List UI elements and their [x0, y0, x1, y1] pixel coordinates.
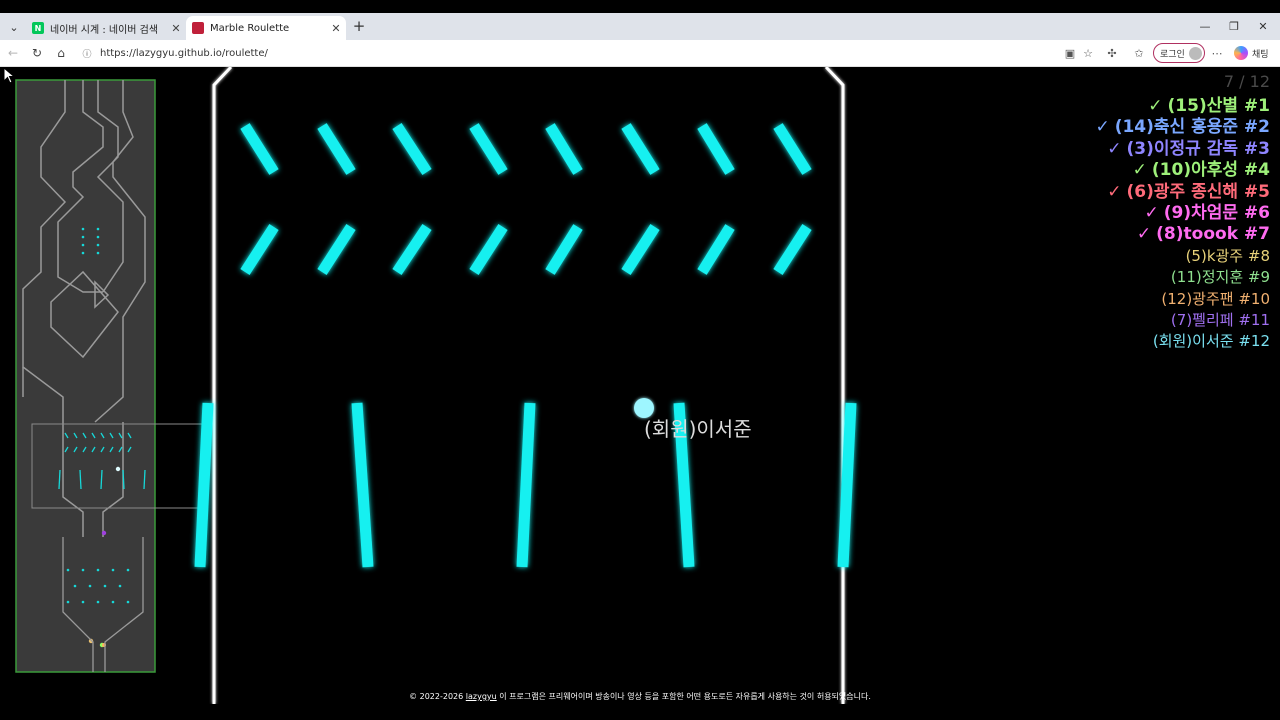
marble-roulette-favicon-icon — [192, 22, 204, 34]
ranking-entry-text: (14)축신 홍용준 #2 — [1114, 117, 1270, 138]
close-window-button[interactable]: ✕ — [1249, 18, 1277, 34]
ranking-entry-text: (5)k광주 #8 — [1185, 246, 1270, 265]
ranking-entry-text: (11)정지훈 #9 — [1170, 268, 1270, 287]
app-view-icon[interactable]: ▣ — [1062, 45, 1078, 61]
ranking-entry-text: (6)광주 종신해 #5 — [1126, 181, 1270, 202]
back-arrow-icon[interactable]: ← — [4, 44, 22, 62]
tab-title: Marble Roulette — [210, 22, 290, 34]
remaining-counter: 7 / 12 — [1223, 72, 1270, 91]
login-button[interactable]: 로그인 — [1153, 43, 1205, 63]
ranking-row: ✓ (14)축신 홍용준 #2 — [1095, 117, 1270, 138]
checkmark-icon: ✓ — [1132, 160, 1147, 181]
favorites-list-icon[interactable]: ✩ — [1131, 45, 1147, 61]
favorite-star-icon[interactable]: ☆ — [1080, 45, 1096, 61]
address-bar[interactable]: ⓘ https://lazygyu.github.io/roulette/ — [76, 43, 1056, 63]
letterbox-bottom — [0, 706, 1280, 720]
ranking-row: (5)k광주 #8 — [1095, 246, 1270, 267]
ranking-entry-text: (3)이정규 감독 #3 — [1126, 138, 1270, 159]
tab-list-button[interactable]: ⌄ — [4, 17, 24, 37]
login-label: 로그인 — [1160, 49, 1185, 60]
naver-favicon-icon: N — [32, 22, 44, 34]
mouse-cursor-icon — [3, 67, 16, 84]
close-tab-icon[interactable]: ✕ — [328, 22, 344, 35]
author-link[interactable]: lazygyu — [466, 692, 497, 701]
ranking-row: ✓ (10)아후성 #4 — [1095, 160, 1270, 181]
ranking-entry-text: (8)toook #7 — [1156, 224, 1270, 245]
ranking-row: ✓ (8)toook #7 — [1095, 224, 1270, 245]
checkmark-icon: ✓ — [1107, 181, 1122, 202]
more-menu-icon[interactable]: ⋯ — [1209, 45, 1225, 61]
ranking-row: ✓ (6)광주 종신해 #5 — [1095, 182, 1270, 203]
tab-marble-roulette[interactable]: Marble Roulette ✕ — [186, 16, 346, 40]
footer-prefix: © 2022-2026 — [409, 692, 464, 701]
field-pegs — [194, 122, 857, 568]
ranking-row: (11)정지훈 #9 — [1095, 267, 1270, 288]
checkmark-icon: ✓ — [1136, 224, 1152, 245]
checkmark-icon: ✓ — [1107, 138, 1122, 159]
tab-bar: ⌄ N 네이버 시계 : 네이버 검색 ✕ Marble Roulette ✕ … — [0, 13, 1280, 40]
ranking-row: (12)광주팬 #10 — [1095, 289, 1270, 310]
checkmark-icon: ✓ — [1148, 96, 1163, 116]
tab-naver-search[interactable]: N 네이버 시계 : 네이버 검색 ✕ — [26, 16, 186, 40]
marble-name-label: (회원)이서준 — [644, 417, 752, 441]
close-tab-icon[interactable]: ✕ — [168, 22, 184, 35]
copilot-chat-button[interactable]: 채팅 — [1234, 44, 1274, 62]
letterbox-top — [0, 0, 1280, 13]
site-info-icon[interactable]: ⓘ — [80, 47, 94, 60]
avatar-icon — [1188, 46, 1202, 60]
ranking-row: ✓ (3)이정규 감독 #3 — [1095, 139, 1270, 160]
minimap — [15, 79, 203, 673]
copilot-label: 채팅 — [1252, 49, 1269, 60]
extensions-icon[interactable]: ✣ — [1104, 45, 1120, 61]
field-walls — [212, 67, 845, 704]
restore-button[interactable]: ❐ — [1220, 18, 1248, 34]
game-field — [15, 67, 857, 704]
checkmark-icon: ✓ — [1095, 117, 1110, 138]
ranking-row: (회원)이서준 #12 — [1095, 331, 1270, 352]
new-tab-button[interactable]: + — [350, 17, 368, 35]
ranking-entry-text: (12)광주팬 #10 — [1161, 289, 1270, 308]
minimize-button[interactable]: — — [1191, 18, 1219, 34]
ranking-entry-text: (회원)이서준 #12 — [1152, 332, 1270, 351]
url-text: https://lazygyu.github.io/roulette/ — [100, 47, 268, 59]
checkmark-icon: ✓ — [1144, 202, 1159, 223]
ranking-entry-text: (15)산별 #1 — [1167, 96, 1270, 116]
ranking-row: (7)펠리페 #11 — [1095, 310, 1270, 331]
minimap-background — [15, 79, 156, 673]
browser-toolbar: ← ↻ ⌂ ⓘ https://lazygyu.github.io/roulet… — [0, 40, 1280, 67]
ranking-entry-text: (10)아후성 #4 — [1151, 160, 1270, 181]
ranking-entry-text: (7)펠리페 #11 — [1170, 310, 1270, 329]
copilot-icon — [1234, 46, 1248, 60]
ranking-row: ✓ (9)차엄문 #6 — [1095, 203, 1270, 224]
roulette-game-canvas[interactable]: 7 / 12 ✓ (15)산별 #1 ✓ (14)축신 홍용준 #2 ✓ (3)이정규 감… — [3, 67, 1277, 704]
tab-title: 네이버 시계 : 네이버 검색 — [50, 24, 159, 36]
refresh-icon[interactable]: ↻ — [28, 44, 46, 62]
ranking-row: ✓ (15)산별 #1 — [1095, 96, 1270, 117]
footer-notice: 이 프로그램은 프리웨어이며 방송이나 영상 등을 포함한 어떤 용도로든 자유… — [499, 692, 871, 701]
copyright-footer: © 2022-2026 lazygyu 이 프로그램은 프리웨어이며 방송이나 … — [3, 691, 1277, 702]
ranking-entry-text: (9)차엄문 #6 — [1163, 202, 1270, 223]
ranking-list: ✓ (15)산별 #1 ✓ (14)축신 홍용준 #2 ✓ (3)이정규 감독 #3 ✓ (1… — [1095, 96, 1270, 353]
home-icon[interactable]: ⌂ — [52, 44, 70, 62]
